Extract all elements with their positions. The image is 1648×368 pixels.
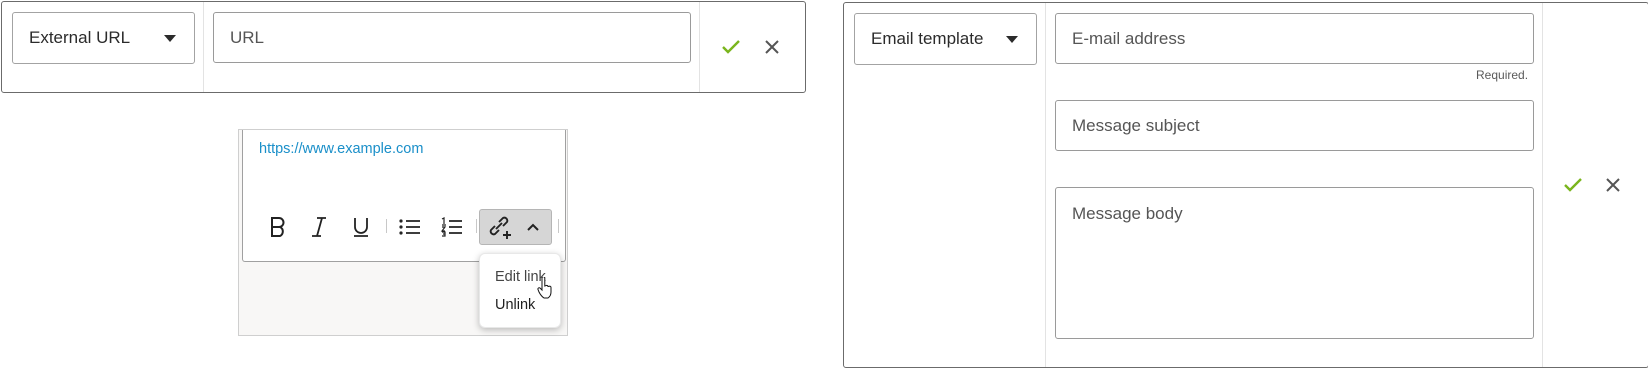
italic-icon [312, 217, 326, 237]
cancel-button[interactable] [1598, 170, 1628, 200]
bold-icon [271, 217, 285, 237]
url-placeholder: URL [230, 27, 265, 47]
numbered-list-button[interactable] [435, 210, 469, 244]
link-type-select[interactable]: Email template [854, 13, 1037, 65]
message-body-textarea[interactable]: Message body [1055, 187, 1534, 339]
cancel-button[interactable] [757, 32, 787, 62]
divider [699, 2, 700, 92]
editor-content-area[interactable]: https://www.example.com [242, 130, 566, 262]
link-menu: Edit link Unlink [479, 253, 561, 328]
confirm-button[interactable] [1558, 170, 1588, 200]
link-dropdown-button[interactable] [479, 209, 552, 245]
bullet-list-button[interactable] [393, 210, 427, 244]
link-type-value: Email template [871, 29, 984, 48]
message-subject-placeholder: Message subject [1072, 115, 1200, 135]
url-input[interactable]: URL [213, 12, 691, 63]
close-icon [1606, 178, 1620, 192]
divider [203, 2, 204, 92]
check-icon [722, 40, 740, 54]
close-icon [765, 40, 779, 54]
link-type-value: External URL [29, 28, 131, 47]
divider [1045, 3, 1046, 367]
check-icon [1564, 178, 1582, 192]
unlink-menu-item[interactable]: Unlink [495, 297, 535, 313]
numbered-list-icon [440, 217, 462, 237]
underline-icon [354, 218, 368, 237]
caret-down-icon [164, 34, 176, 42]
message-body-placeholder: Message body [1072, 204, 1183, 223]
pointer-cursor-icon [537, 277, 552, 299]
caret-down-icon [1006, 35, 1018, 43]
hyperlink-text[interactable]: https://www.example.com [259, 141, 423, 157]
bold-button[interactable] [261, 210, 295, 244]
toolbar-separator [558, 219, 559, 233]
link-type-select[interactable]: External URL [12, 12, 195, 64]
toolbar-separator [386, 219, 387, 233]
italic-button[interactable] [302, 210, 336, 244]
bullet-list-icon [399, 219, 420, 235]
url-link-panel: External URL URL [1, 1, 806, 93]
email-link-panel: Email template E-mail address Required. … [843, 2, 1648, 368]
chevron-up-icon [527, 223, 539, 231]
toolbar-separator [476, 219, 477, 233]
underline-button[interactable] [344, 210, 378, 244]
email-address-input[interactable]: E-mail address [1055, 13, 1534, 64]
email-required-hint: Required. [1476, 68, 1529, 82]
confirm-button[interactable] [716, 32, 746, 62]
link-icon [489, 216, 511, 239]
email-address-placeholder: E-mail address [1072, 28, 1186, 48]
message-subject-input[interactable]: Message subject [1055, 100, 1534, 151]
divider [1542, 3, 1543, 367]
